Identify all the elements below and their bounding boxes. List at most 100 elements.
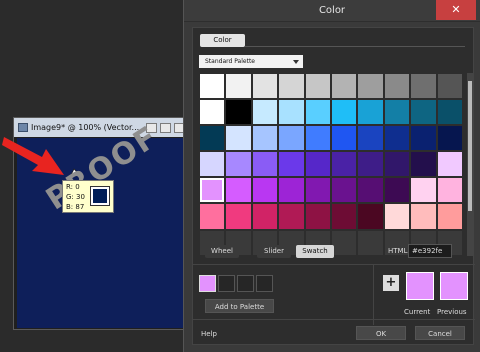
palette-swatch[interactable]: [410, 177, 437, 204]
palette-swatch[interactable]: [225, 203, 252, 230]
previous-label: Previous: [437, 308, 467, 316]
palette-swatch[interactable]: [410, 73, 437, 100]
palette-swatch[interactable]: [330, 177, 358, 204]
palette-swatch[interactable]: [383, 73, 411, 100]
palette-swatch[interactable]: [225, 125, 252, 152]
palette-swatch[interactable]: [436, 99, 463, 126]
palette-swatch[interactable]: [383, 203, 411, 230]
palette-swatch[interactable]: [383, 125, 411, 152]
palette-grid: [199, 73, 463, 256]
add-color-button[interactable]: +: [383, 275, 399, 291]
palette-swatch[interactable]: [199, 73, 226, 100]
palette-swatch[interactable]: [251, 177, 279, 204]
palette-swatch[interactable]: [304, 99, 331, 126]
palette-swatch[interactable]: [357, 177, 384, 204]
palette-swatch[interactable]: [225, 99, 252, 126]
palette-swatch[interactable]: [304, 177, 331, 204]
add-to-palette-button[interactable]: Add to Palette: [205, 299, 274, 313]
html-label: HTML: [388, 247, 408, 255]
tab-divider: [245, 46, 465, 47]
cancel-button[interactable]: Cancel: [415, 326, 465, 340]
palette-swatch[interactable]: [251, 151, 279, 178]
palette-swatch[interactable]: [304, 151, 331, 178]
color-readout-tooltip: R: 0 G: 30 B: 87: [62, 180, 114, 213]
palette-select[interactable]: Standard Palette: [199, 55, 303, 68]
html-color-input[interactable]: #e392fe: [408, 244, 452, 258]
palette-swatch[interactable]: [357, 229, 384, 256]
palette-swatch[interactable]: [436, 73, 463, 100]
recent-colors: [199, 275, 273, 292]
palette-swatch[interactable]: [410, 99, 437, 126]
palette-swatch[interactable]: [410, 125, 437, 152]
palette-swatch[interactable]: [330, 99, 358, 126]
palette-swatch[interactable]: [199, 125, 226, 152]
palette-swatch[interactable]: [383, 177, 411, 204]
recent-color-swatch[interactable]: [218, 275, 235, 292]
palette-swatch[interactable]: [199, 99, 226, 126]
palette-swatch[interactable]: [410, 151, 437, 178]
palette-swatch[interactable]: [199, 177, 226, 204]
palette-swatch[interactable]: [357, 151, 384, 178]
scrollbar-thumb[interactable]: [468, 81, 472, 211]
color-dialog: Color ✕ Color Standard Palette Wheel Sli…: [183, 0, 480, 352]
palette-swatch[interactable]: [278, 151, 305, 178]
palette-swatch[interactable]: [225, 151, 252, 178]
dialog-body: Color Standard Palette Wheel Slider Swat…: [192, 27, 475, 345]
slider-mode-button[interactable]: Slider: [257, 245, 291, 258]
palette-swatch[interactable]: [436, 151, 463, 178]
dialog-title: Color: [318, 5, 346, 16]
palette-select-value: Standard Palette: [205, 58, 255, 65]
help-link[interactable]: Help: [201, 330, 217, 338]
palette-swatch[interactable]: [278, 125, 305, 152]
palette-swatch[interactable]: [278, 73, 305, 100]
palette-swatch[interactable]: [225, 73, 252, 100]
recent-color-swatch[interactable]: [199, 275, 216, 292]
dialog-titlebar[interactable]: Color ✕: [184, 0, 480, 22]
current-color-swatch: [406, 272, 434, 300]
palette-swatch[interactable]: [251, 125, 279, 152]
palette-swatch[interactable]: [383, 99, 411, 126]
palette-swatch[interactable]: [251, 99, 279, 126]
palette-swatch[interactable]: [199, 151, 226, 178]
chevron-down-icon: [293, 60, 299, 64]
wheel-mode-button[interactable]: Wheel: [205, 245, 239, 258]
divider: [193, 319, 475, 320]
current-label: Current: [404, 308, 431, 316]
palette-swatch[interactable]: [436, 203, 463, 230]
palette-swatch[interactable]: [330, 203, 358, 230]
recent-color-swatch[interactable]: [256, 275, 273, 292]
palette-swatch[interactable]: [357, 203, 384, 230]
palette-swatch[interactable]: [304, 125, 331, 152]
palette-swatch[interactable]: [199, 203, 226, 230]
palette-swatch[interactable]: [278, 99, 305, 126]
palette-swatch[interactable]: [251, 203, 279, 230]
tab-color[interactable]: Color: [200, 34, 245, 47]
palette-scrollbar[interactable]: [467, 73, 473, 256]
recent-color-swatch[interactable]: [237, 275, 254, 292]
palette-swatch[interactable]: [330, 73, 358, 100]
swatch-mode-button[interactable]: Swatch: [296, 245, 334, 258]
palette-swatch[interactable]: [278, 203, 305, 230]
palette-swatch[interactable]: [357, 125, 384, 152]
palette-swatch[interactable]: [436, 125, 463, 152]
previous-color-swatch[interactable]: [440, 272, 468, 300]
palette-swatch[interactable]: [304, 203, 331, 230]
divider: [193, 264, 475, 265]
palette-swatch[interactable]: [330, 125, 358, 152]
palette-swatch[interactable]: [357, 73, 384, 100]
palette-swatch[interactable]: [436, 177, 463, 204]
palette-swatch[interactable]: [410, 203, 437, 230]
palette-swatch[interactable]: [225, 177, 252, 204]
palette-swatch[interactable]: [278, 177, 305, 204]
palette-swatch[interactable]: [357, 99, 384, 126]
ok-button[interactable]: OK: [356, 326, 406, 340]
divider: [373, 265, 374, 325]
palette-swatch[interactable]: [330, 229, 358, 256]
palette-swatch[interactable]: [383, 151, 411, 178]
palette-swatch[interactable]: [251, 73, 279, 100]
sample-swatch: [90, 186, 110, 206]
maximize-button[interactable]: [160, 122, 171, 133]
palette-swatch[interactable]: [304, 73, 331, 100]
palette-swatch[interactable]: [330, 151, 358, 178]
close-icon[interactable]: ✕: [436, 0, 476, 20]
